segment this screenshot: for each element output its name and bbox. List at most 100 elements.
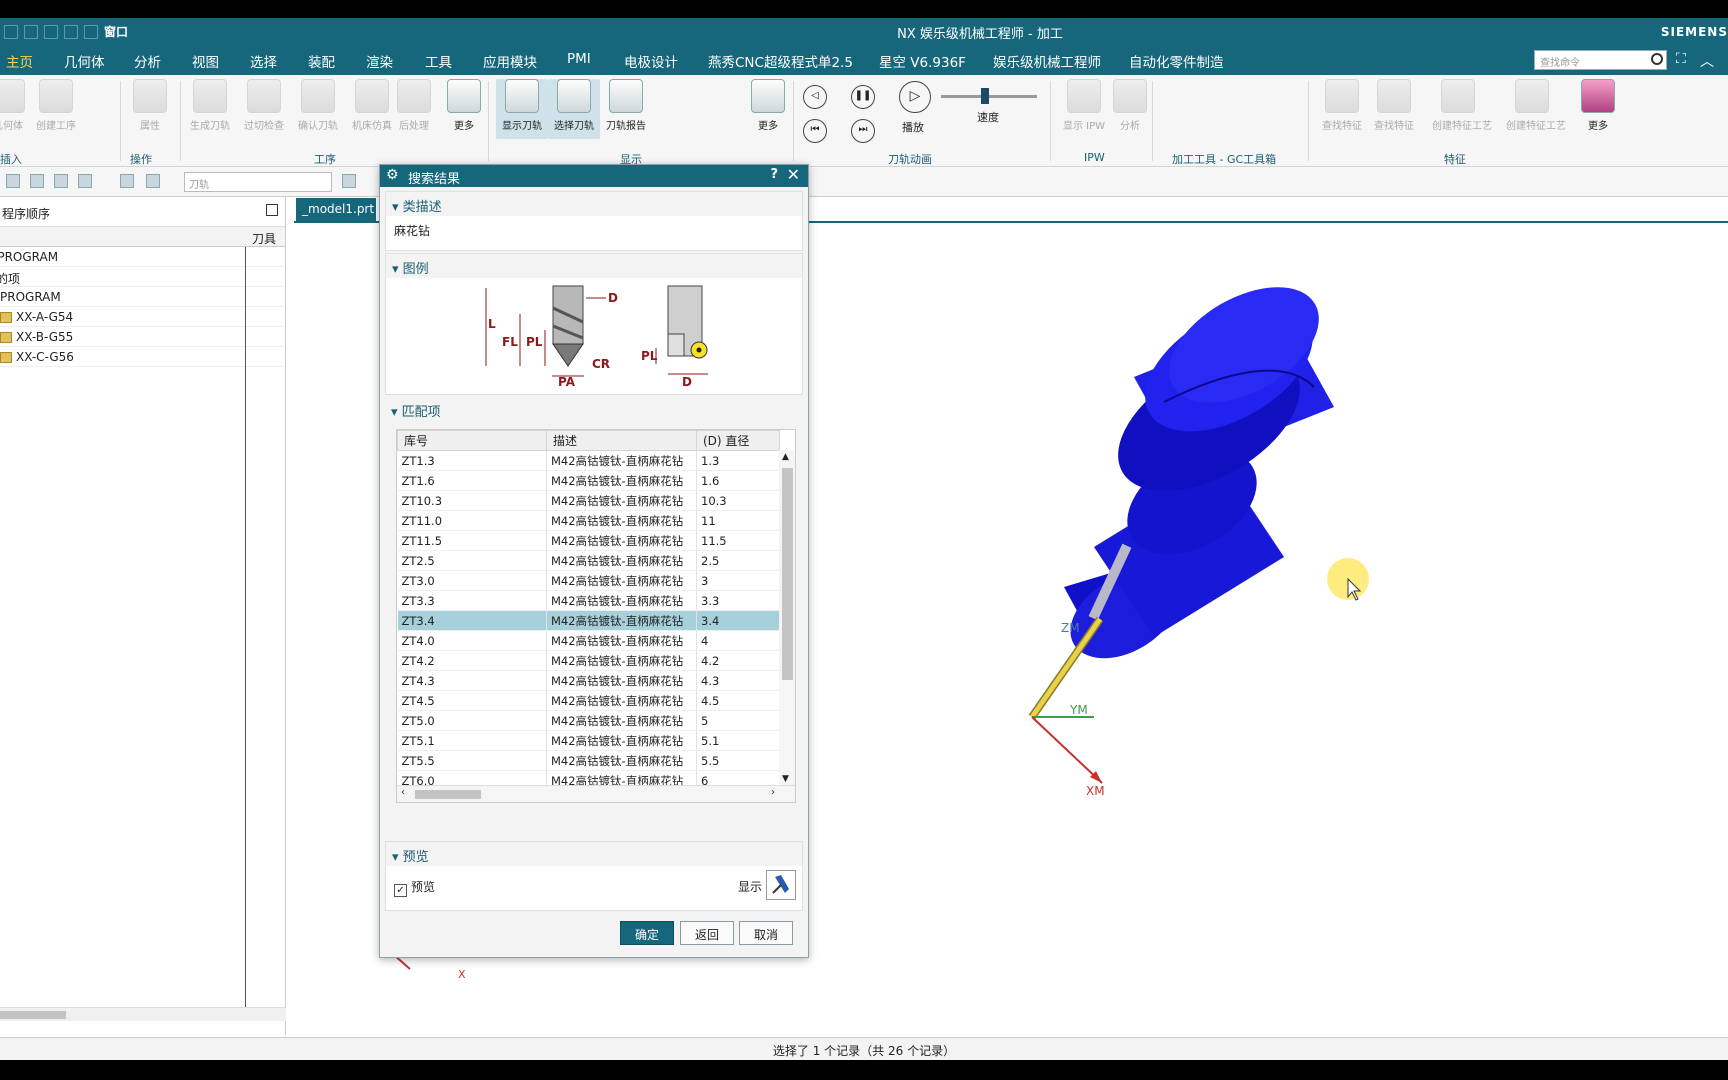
toolpath-report-button[interactable]: 刀轨报告 bbox=[600, 79, 652, 132]
collapse-ribbon-icon[interactable]: ︿ bbox=[1700, 51, 1714, 71]
speed-slider-knob[interactable] bbox=[981, 88, 989, 104]
postprocess-button[interactable]: 后处理 bbox=[388, 79, 440, 132]
table-row[interactable]: ZT10.3 M42高钴镀钛-直柄麻花钻 10.3 bbox=[397, 490, 780, 511]
back-button[interactable]: 返回 bbox=[680, 921, 734, 945]
method-view-icon[interactable] bbox=[78, 174, 92, 188]
close-icon[interactable]: ✕ bbox=[787, 165, 800, 184]
filter-icon[interactable] bbox=[120, 174, 134, 188]
group-label-actions[interactable]: 操作 bbox=[130, 151, 152, 167]
menu-xingkong[interactable]: 星空 V6.936F bbox=[879, 51, 966, 71]
table-row[interactable]: ZT3.0 M42高钴镀钛-直柄麻花钻 3 bbox=[397, 570, 780, 591]
group-label-insert[interactable]: 插入 bbox=[0, 151, 22, 167]
cancel-button[interactable]: 取消 bbox=[739, 921, 793, 945]
preview-checkbox[interactable]: ✓ 预览 bbox=[394, 878, 435, 897]
group-label-operation[interactable]: 工序 bbox=[314, 151, 336, 167]
column-description[interactable]: 描述 bbox=[546, 430, 697, 451]
more-display-button[interactable]: 更多 bbox=[742, 79, 794, 132]
table-row[interactable]: ZT4.3 M42高钴镀钛-直柄麻花钻 4.3 bbox=[397, 670, 780, 691]
tree-row[interactable]: NC_PROGRAM bbox=[0, 247, 285, 267]
select-toolpath-button[interactable]: 选择刀轨 bbox=[548, 79, 600, 139]
menu-tools[interactable]: 工具 bbox=[425, 51, 452, 71]
column-diameter[interactable]: (D) 直径 bbox=[696, 430, 780, 451]
menu-home[interactable]: 主页 bbox=[6, 51, 33, 77]
column-library-id[interactable]: 库号 bbox=[397, 430, 547, 451]
section-header-matches[interactable]: 匹配项 bbox=[385, 397, 803, 421]
menu-yanxiu[interactable]: 燕秀CNC超级程式单2.5 bbox=[708, 51, 853, 71]
fullscreen-icon[interactable]: ⛶ bbox=[1676, 51, 1686, 67]
ok-button[interactable]: 确定 bbox=[620, 921, 674, 945]
group-label-animation[interactable]: 刀轨动画 bbox=[888, 151, 932, 167]
gouge-check-button[interactable]: 过切检查 bbox=[238, 79, 290, 132]
matches-table[interactable]: 库号 描述 (D) 直径 ZT1.3 M42高钴镀钛-直柄麻花钻 1.3 ZT1.6 M… bbox=[396, 429, 796, 803]
dialog-title-bar[interactable]: ⚙ 搜索结果 ? ✕ bbox=[380, 165, 808, 187]
table-row[interactable]: ZT2.5 M42高钴镀钛-直柄麻花钻 2.5 bbox=[397, 550, 780, 571]
pause-icon[interactable]: ❚❚ bbox=[851, 85, 875, 109]
menu-select[interactable]: 选择 bbox=[250, 51, 277, 71]
help-icon[interactable]: ? bbox=[770, 167, 778, 182]
menu-electrode[interactable]: 电极设计 bbox=[624, 51, 678, 71]
play-icon[interactable]: ▷ bbox=[899, 81, 931, 113]
find-feature-button[interactable]: 查找特征 bbox=[1316, 79, 1368, 132]
table-row[interactable]: ZT3.3 M42高钴镀钛-直柄麻花钻 3.3 bbox=[397, 590, 780, 611]
menu-view[interactable]: 视图 bbox=[192, 51, 219, 71]
menu-geometry[interactable]: 几何体 bbox=[64, 51, 105, 71]
tree-row[interactable]: XX-B-G55 bbox=[0, 327, 285, 347]
table-row[interactable]: ZT1.6 M42高钴镀钛-直柄麻花钻 1.6 bbox=[397, 470, 780, 491]
section-header-legend[interactable]: 图例 bbox=[386, 254, 802, 278]
more-feature-button[interactable]: 更多 bbox=[1572, 79, 1624, 132]
tree-row[interactable]: XX-C-G56 bbox=[0, 347, 285, 367]
flashlight-icon[interactable] bbox=[766, 870, 796, 900]
navigator-horizontal-scrollbar[interactable] bbox=[0, 1007, 286, 1021]
command-search-input[interactable]: 查找命令 bbox=[1534, 50, 1667, 70]
machine-tool-view-icon[interactable] bbox=[30, 174, 44, 188]
group-label-gc-toolbox[interactable]: 加工工具 - GC工具箱 bbox=[1172, 151, 1276, 167]
tree-row[interactable]: XX-A-G54 bbox=[0, 307, 285, 327]
geometry-button[interactable]: 几何体 bbox=[0, 79, 34, 132]
funnel-icon[interactable] bbox=[342, 174, 356, 188]
filter-2-icon[interactable] bbox=[146, 174, 160, 188]
create-operation-button[interactable]: 创建工序 bbox=[30, 79, 82, 132]
section-header-preview[interactable]: 预览 bbox=[386, 842, 802, 866]
part-model[interactable] bbox=[1055, 263, 1338, 676]
step-forward-icon[interactable]: ⏭ bbox=[851, 119, 875, 143]
table-row[interactable]: ZT4.0 M42高钴镀钛-直柄麻花钻 4 bbox=[397, 630, 780, 651]
menu-analysis[interactable]: 分析 bbox=[134, 51, 161, 71]
create-feature-process-button[interactable]: 创建特征工艺 bbox=[1432, 79, 1492, 132]
table-horizontal-scrollbar[interactable]: ‹ › bbox=[397, 785, 795, 802]
display-toolpath-button[interactable]: 显示刀轨 bbox=[496, 79, 548, 139]
program-order-view-icon[interactable] bbox=[6, 174, 20, 188]
table-row[interactable]: ZT4.5 M42高钴镀钛-直柄麻花钻 4.5 bbox=[397, 690, 780, 711]
menu-engineer[interactable]: 娱乐级机械工程师 bbox=[993, 51, 1101, 71]
section-header-class[interactable]: 类描述 bbox=[386, 192, 802, 216]
verify-toolpath-button[interactable]: 确认刀轨 bbox=[292, 79, 344, 132]
column-tool[interactable]: 刀具 bbox=[252, 230, 276, 247]
find-feature-2-button[interactable]: 查找特征 bbox=[1368, 79, 1420, 132]
type-filter-select[interactable]: 刀轨 bbox=[184, 172, 332, 192]
table-row[interactable]: ZT5.5 M42高钴镀钛-直柄麻花钻 5.5 bbox=[397, 750, 780, 771]
properties-button[interactable]: 属性 bbox=[124, 79, 176, 132]
geometry-view-icon[interactable] bbox=[54, 174, 68, 188]
speed-slider[interactable] bbox=[941, 88, 1037, 104]
table-row[interactable]: ZT5.1 M42高钴镀钛-直柄麻花钻 5.1 bbox=[397, 730, 780, 751]
maximize-icon[interactable] bbox=[266, 204, 278, 216]
tree-row[interactable]: PROGRAM bbox=[0, 287, 285, 307]
table-row[interactable]: ZT11.5 M42高钴镀钛-直柄麻花钻 11.5 bbox=[397, 530, 780, 551]
search-icon[interactable] bbox=[1651, 53, 1663, 65]
table-row[interactable]: ZT3.4 M42高钴镀钛-直柄麻花钻 3.4 bbox=[397, 610, 780, 631]
table-row[interactable]: ZT5.0 M42高钴镀钛-直柄麻花钻 5 bbox=[397, 710, 780, 731]
table-row[interactable]: ZT1.3 M42高钴镀钛-直柄麻花钻 1.3 bbox=[397, 450, 780, 471]
table-row[interactable]: ZT4.2 M42高钴镀钛-直柄麻花钻 4.2 bbox=[397, 650, 780, 671]
table-row[interactable]: ZT11.0 M42高钴镀钛-直柄麻花钻 11 bbox=[397, 510, 780, 531]
menu-render[interactable]: 渲染 bbox=[366, 51, 393, 71]
table-vertical-scrollbar[interactable]: ▲ ▼ bbox=[779, 450, 795, 786]
show-ipw-button[interactable]: 显示 IPW bbox=[1058, 79, 1110, 132]
group-label-ipw[interactable]: IPW bbox=[1084, 151, 1105, 164]
create-feature-process-2-button[interactable]: 创建特征工艺 bbox=[1506, 79, 1566, 132]
tree-row[interactable]: 不使用的项 bbox=[0, 267, 285, 287]
rewind-icon[interactable]: ◁ bbox=[803, 85, 827, 109]
menu-pmi[interactable]: PMI bbox=[567, 51, 591, 67]
menu-applications[interactable]: 应用模块 bbox=[483, 51, 537, 71]
analyze-button[interactable]: 分析 bbox=[1104, 79, 1156, 132]
generate-toolpath-button[interactable]: 生成刀轨 bbox=[184, 79, 236, 132]
step-back-icon[interactable]: ⏮ bbox=[803, 119, 827, 143]
